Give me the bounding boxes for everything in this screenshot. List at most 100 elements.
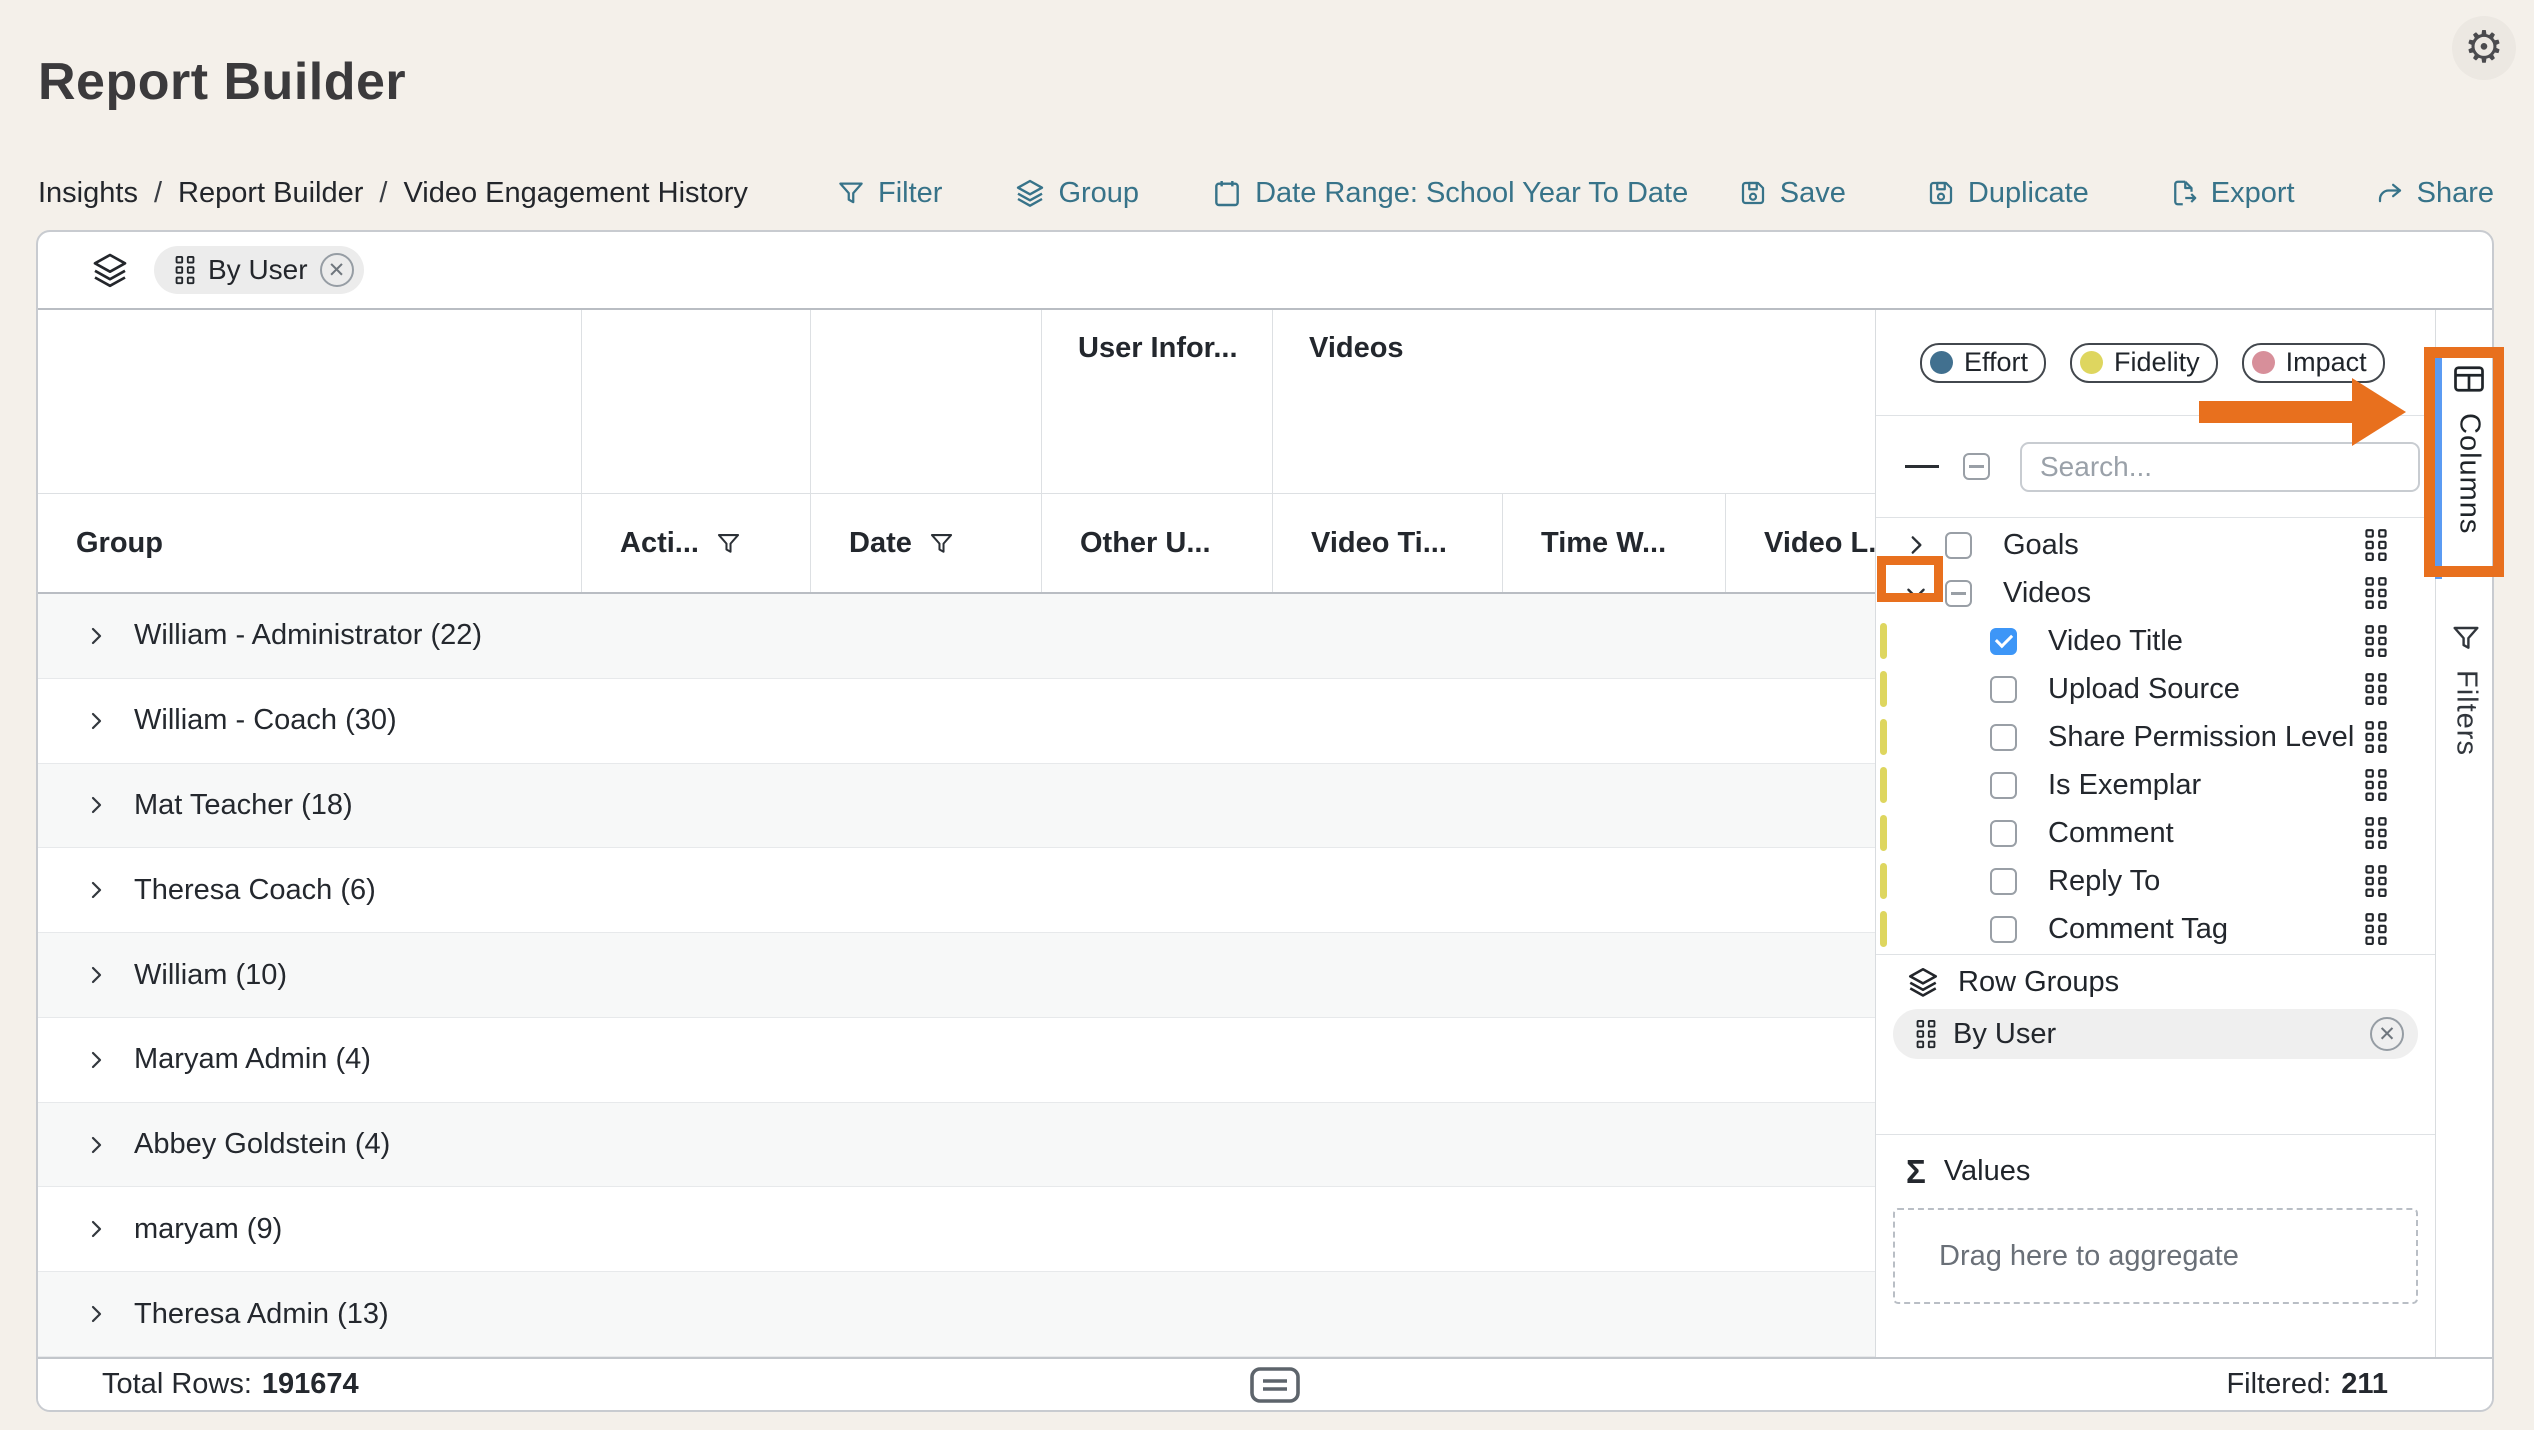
pagination-toggle-button[interactable]	[1249, 1366, 1301, 1404]
expand-chevron-icon[interactable]	[1903, 580, 1929, 606]
column-header[interactable]: Group	[38, 494, 581, 592]
expand-chevron-icon[interactable]	[1903, 532, 1929, 558]
row-groups-header: Row Groups	[1876, 955, 2435, 999]
category-pill[interactable]: Fidelity	[2070, 343, 2218, 383]
tree-item[interactable]: Videos	[1876, 569, 2435, 617]
tree-item-checkbox[interactable]	[1990, 628, 2017, 655]
column-header-label: Other U...	[1080, 527, 1211, 560]
remove-row-group-button[interactable]: ✕	[2370, 1017, 2404, 1051]
tree-item[interactable]: Reply To	[1876, 857, 2435, 905]
share-button[interactable]: Share	[2375, 177, 2494, 210]
funnel-icon[interactable]	[715, 530, 742, 557]
save-button[interactable]: Save	[1738, 177, 1846, 210]
values-drop-zone[interactable]: Drag here to aggregate	[1893, 1208, 2418, 1304]
tree-item-checkbox[interactable]	[1990, 820, 2017, 847]
report-card: By User ✕ User Infor... Videos Group Act…	[36, 230, 2494, 1412]
category-color-bar	[1880, 767, 1887, 803]
category-pill[interactable]: Impact	[2242, 343, 2385, 383]
breadcrumb: Insights / Report Builder / Video Engage…	[38, 164, 748, 222]
tree-item-checkbox[interactable]	[1990, 676, 2017, 703]
chevron-right-icon[interactable]	[84, 709, 108, 733]
filtered-label: Filtered:	[2226, 1368, 2331, 1401]
tree-item[interactable]: Is Exemplar	[1876, 761, 2435, 809]
tree-item[interactable]: Video Title	[1876, 617, 2435, 665]
category-pill[interactable]: Effort	[1920, 343, 2046, 383]
remove-chip-button[interactable]: ✕	[320, 253, 354, 287]
table-row[interactable]: Theresa Coach (6)	[38, 848, 1875, 933]
tree-item-label: Comment	[2048, 817, 2174, 850]
column-tree: Goals	[1876, 518, 2435, 954]
duplicate-button[interactable]: Duplicate	[1926, 177, 2089, 210]
drag-grid-icon[interactable]	[2364, 576, 2388, 610]
tab-filters[interactable]: Filters	[2436, 622, 2494, 752]
drag-grid-icon[interactable]	[2364, 816, 2388, 850]
filtered-value: 211	[2341, 1368, 2388, 1401]
tree-item[interactable]: Goals	[1876, 521, 2435, 569]
layers-icon	[1906, 965, 1940, 999]
column-header[interactable]: Video Ti...	[1272, 494, 1502, 592]
tree-item[interactable]: Upload Source	[1876, 665, 2435, 713]
table-row[interactable]: Mat Teacher (18)	[38, 764, 1875, 849]
column-header[interactable]: Time W...	[1502, 494, 1725, 592]
tree-item-checkbox[interactable]	[1945, 532, 1972, 559]
table-row[interactable]: Abbey Goldstein (4)	[38, 1103, 1875, 1188]
breadcrumb-current-page: Video Engagement History	[403, 177, 747, 210]
chevron-right-icon[interactable]	[84, 963, 108, 987]
tree-item-checkbox[interactable]	[1990, 916, 2017, 943]
column-group-header-row: User Infor... Videos	[38, 310, 1875, 494]
funnel-icon[interactable]	[928, 530, 955, 557]
drag-grid-icon[interactable]	[2364, 912, 2388, 946]
filter-button[interactable]: Filter	[836, 177, 942, 210]
collapse-all-checkbox[interactable]	[1963, 453, 1990, 480]
column-header[interactable]: Video L...	[1725, 494, 1875, 592]
date-range-button[interactable]: Date Range: School Year To Date	[1211, 177, 1688, 210]
tree-item-label: Videos	[2003, 577, 2091, 610]
row-group-label: William - Administrator (22)	[134, 619, 482, 652]
export-button[interactable]: Export	[2169, 177, 2295, 210]
chip-label: By User	[208, 254, 308, 286]
drag-grid-icon[interactable]	[2364, 768, 2388, 802]
column-header[interactable]: Date	[810, 494, 1041, 592]
tree-item-checkbox[interactable]	[1990, 772, 2017, 799]
chevron-right-icon[interactable]	[84, 1217, 108, 1241]
search-input[interactable]	[2020, 442, 2420, 492]
breadcrumb-insights[interactable]: Insights	[38, 177, 138, 210]
column-header-label: Group	[76, 527, 163, 560]
tree-item-checkbox[interactable]	[1990, 724, 2017, 751]
side-tab-strip: Columns Filters	[2435, 310, 2494, 1357]
drag-grid-icon[interactable]	[2364, 624, 2388, 658]
column-header-label: Video Ti...	[1311, 527, 1447, 560]
tree-item[interactable]: Comment	[1876, 809, 2435, 857]
group-button[interactable]: Group	[1014, 177, 1139, 210]
settings-button[interactable]: ⚙	[2452, 16, 2516, 80]
table-row[interactable]: maryam (9)	[38, 1187, 1875, 1272]
chevron-right-icon[interactable]	[84, 1048, 108, 1072]
chevron-right-icon[interactable]	[84, 878, 108, 902]
column-header[interactable]: Acti...	[581, 494, 810, 592]
drag-grid-icon[interactable]	[2364, 672, 2388, 706]
table-row[interactable]: Theresa Admin (13)	[38, 1272, 1875, 1357]
chevron-right-icon[interactable]	[84, 1302, 108, 1326]
tab-columns[interactable]: Columns	[2435, 349, 2495, 579]
drag-grid-icon[interactable]	[2364, 720, 2388, 754]
table-row[interactable]: William - Administrator (22)	[38, 594, 1875, 679]
tree-item[interactable]: Share Permission Level	[1876, 713, 2435, 761]
group-header-cell-user-information: User Infor...	[1041, 310, 1272, 493]
chevron-right-icon[interactable]	[84, 1133, 108, 1157]
drag-grid-icon[interactable]	[2364, 528, 2388, 562]
by-user-chip[interactable]: By User ✕	[154, 246, 364, 294]
chevron-right-icon[interactable]	[84, 793, 108, 817]
row-group-label: Mat Teacher (18)	[134, 789, 353, 822]
breadcrumb-report-builder[interactable]: Report Builder	[178, 177, 363, 210]
drag-grid-icon[interactable]	[2364, 864, 2388, 898]
table-row[interactable]: William (10)	[38, 933, 1875, 1018]
tree-item-checkbox[interactable]	[1990, 868, 2017, 895]
category-color-bar	[1880, 623, 1887, 659]
chevron-right-icon[interactable]	[84, 624, 108, 648]
column-header[interactable]: Other U...	[1041, 494, 1272, 592]
table-row[interactable]: William - Coach (30)	[38, 679, 1875, 764]
tree-item[interactable]: Comment Tag	[1876, 905, 2435, 953]
row-group-by-user-chip[interactable]: By User ✕	[1893, 1009, 2418, 1059]
table-row[interactable]: Maryam Admin (4)	[38, 1018, 1875, 1103]
tree-item-checkbox[interactable]	[1945, 580, 1972, 607]
